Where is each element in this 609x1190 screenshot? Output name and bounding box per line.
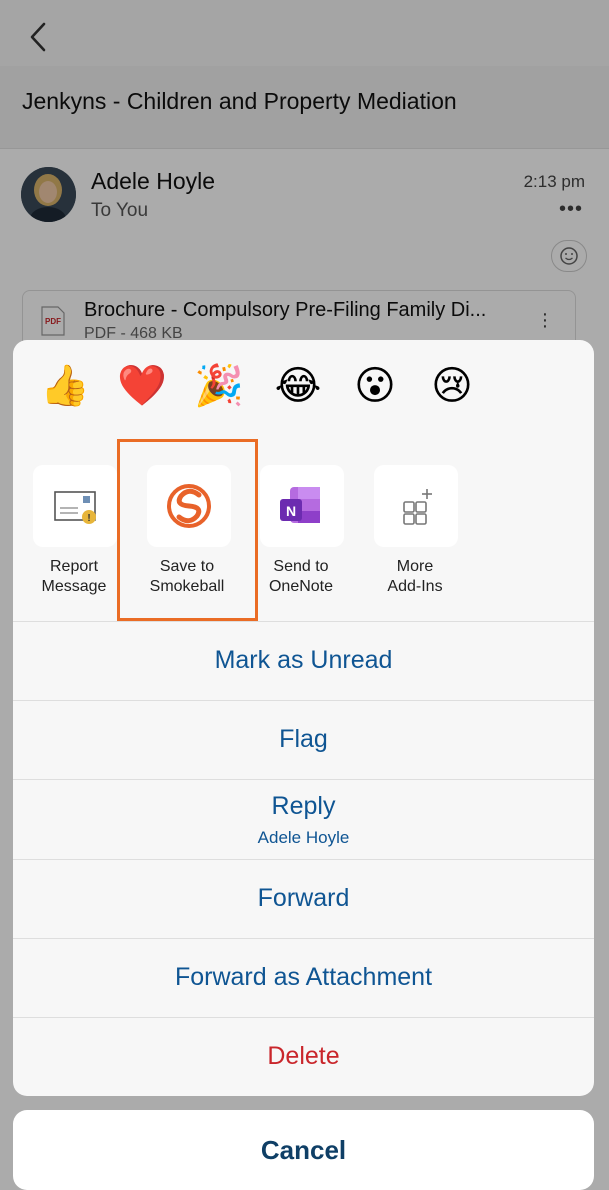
reaction-party-popper[interactable]: 🎉: [191, 362, 247, 410]
svg-text:!: !: [87, 513, 90, 524]
report-message-label: Report Message: [41, 558, 107, 595]
divider: [13, 700, 594, 701]
delete-button[interactable]: Delete: [13, 1042, 594, 1071]
more-addins-button[interactable]: [374, 465, 458, 547]
more-addins-label: More Add-Ins: [387, 558, 443, 595]
send-to-onenote-label: Send to OneNote: [268, 558, 334, 595]
send-to-onenote-button[interactable]: N: [260, 465, 344, 547]
divider: [13, 938, 594, 939]
reaction-surprised[interactable]: 😮: [347, 362, 403, 410]
divider: [13, 859, 594, 860]
report-message-button[interactable]: !: [33, 465, 117, 547]
reaction-laughing[interactable]: 😂: [270, 362, 326, 410]
cancel-button[interactable]: Cancel: [13, 1110, 594, 1190]
report-envelope-icon: !: [54, 491, 96, 524]
divider: [13, 779, 594, 780]
forward-as-attachment-button[interactable]: Forward as Attachment: [13, 963, 594, 992]
mark-as-unread-button[interactable]: Mark as Unread: [13, 646, 594, 675]
smokeball-highlight-box: [117, 439, 258, 621]
flag-button[interactable]: Flag: [13, 725, 594, 754]
reply-button[interactable]: Reply: [13, 792, 594, 821]
forward-button[interactable]: Forward: [13, 884, 594, 913]
reply-recipient: Adele Hoyle: [257, 828, 350, 847]
add-grid-icon: [403, 489, 432, 525]
svg-text:N: N: [286, 503, 296, 519]
divider: [13, 621, 594, 622]
onenote-logo-icon: N: [280, 487, 320, 523]
reaction-sad[interactable]: 😢: [424, 362, 480, 410]
reaction-thumbs-up[interactable]: 👍: [37, 362, 93, 410]
reaction-heart[interactable]: ❤️: [114, 362, 170, 410]
divider: [13, 1017, 594, 1018]
